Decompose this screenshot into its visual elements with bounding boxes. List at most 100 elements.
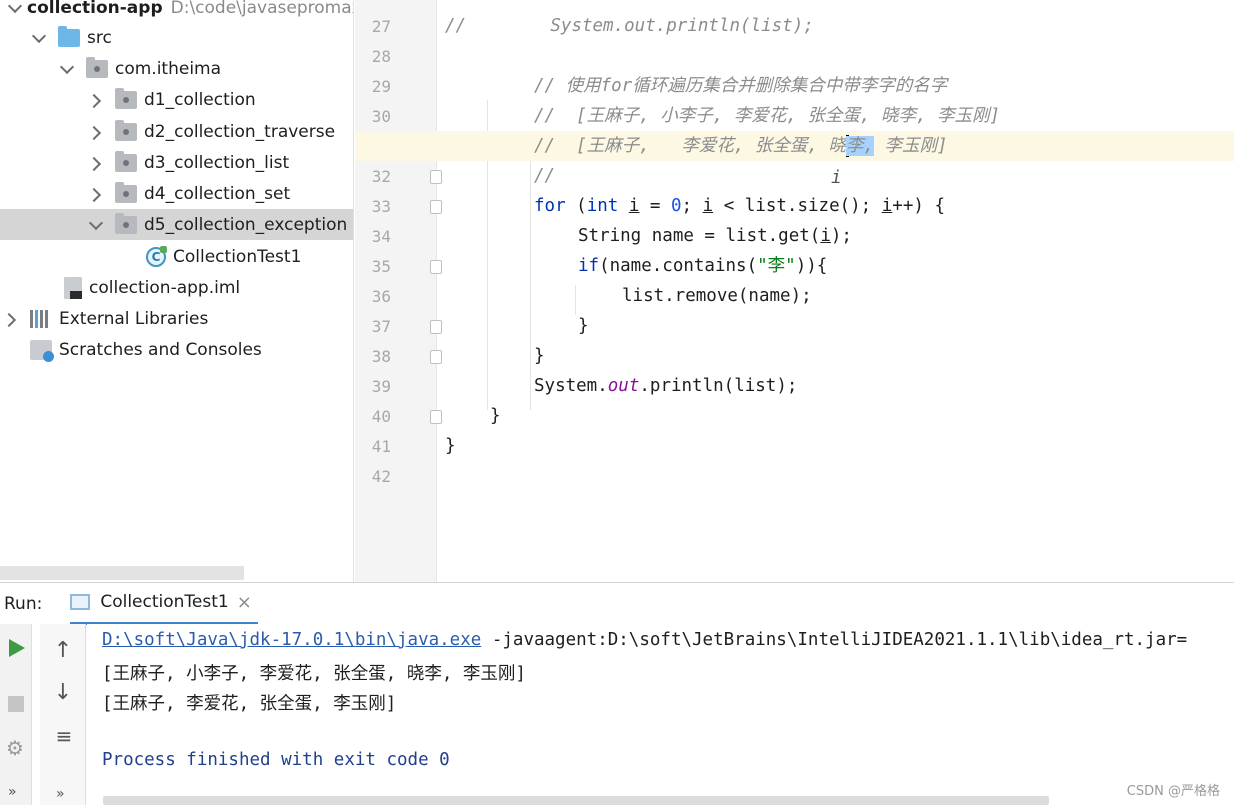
code-line-32: // i	[355, 161, 1234, 191]
more-icon[interactable]: »	[56, 786, 65, 802]
code-line-35: if(name.contains("李")){	[355, 251, 1234, 281]
line-number: 26	[363, 0, 391, 2]
chevron-right-icon[interactable]	[89, 187, 103, 201]
console-horizontal-scrollbar[interactable]	[103, 796, 1049, 805]
string-literal: "李"	[757, 256, 796, 276]
chevron-right-icon[interactable]	[89, 125, 103, 139]
project-tool-window: collection-app D:\code\javasepromax src …	[0, 0, 354, 582]
tree-item-external-libraries[interactable]: External Libraries	[0, 303, 353, 334]
chevron-down-icon[interactable]	[60, 62, 74, 76]
code-token: )){	[795, 256, 828, 276]
package-icon	[115, 212, 137, 234]
package-icon	[115, 87, 137, 109]
settings-icon[interactable]: ⚙	[6, 736, 24, 760]
code-token: ++) {	[892, 196, 945, 216]
code-token: list.remove(name);	[622, 286, 812, 306]
soft-wrap-icon[interactable]: ≡	[52, 724, 76, 748]
tab-collectiontest1[interactable]: CollectionTest1 ×	[70, 583, 258, 625]
tree-item-collectiontest1[interactable]: C CollectionTest1	[0, 241, 353, 272]
tree-item-d1-collection[interactable]: d1_collection	[0, 84, 353, 115]
tree-item-src[interactable]: src	[0, 22, 353, 53]
tree-root-label: collection-app	[27, 0, 163, 18]
comment-text: 李玉刚]	[874, 136, 948, 156]
tree-item-label: Scratches and Consoles	[59, 339, 262, 360]
project-horizontal-scrollbar[interactable]	[0, 566, 244, 580]
java-exe-link[interactable]: D:\soft\Java\jdk-17.0.1\bin\java.exe	[102, 630, 481, 650]
console-output-line: [王麻子, 小李子, 李爱花, 张全蛋, 晓李, 李玉刚]	[102, 664, 526, 684]
code-token: .println(list);	[639, 376, 798, 396]
tab-label: CollectionTest1	[100, 592, 229, 612]
tree-item-label: External Libraries	[59, 308, 209, 329]
tree-item-label: CollectionTest1	[173, 246, 302, 267]
tree-item-iml-file[interactable]: collection-app.iml	[0, 272, 353, 303]
tree-item-d3-collection-list[interactable]: d3_collection_list	[0, 147, 353, 178]
comment-text: // [王麻子, 李爱花, 张全蛋, 晓	[534, 136, 846, 156]
console-exit-line: Process finished with exit code 0	[102, 750, 450, 770]
play-icon[interactable]	[9, 639, 25, 657]
chevron-right-icon[interactable]	[4, 312, 18, 326]
code-line-41: }	[355, 431, 1234, 461]
chevron-down-icon[interactable]	[32, 31, 46, 45]
package-icon	[86, 56, 108, 78]
code-line-34: String name = list.get(i);	[355, 221, 1234, 251]
code-token: String name = list.get(	[578, 226, 821, 246]
run-label: Run:	[4, 593, 43, 614]
variable-i: i	[628, 196, 640, 216]
tree-item-d2-collection-traverse[interactable]: d2_collection_traverse	[0, 116, 353, 147]
code-token: (	[565, 196, 587, 216]
chevron-right-icon[interactable]	[89, 93, 103, 107]
code-token: System.	[534, 376, 608, 396]
run-toolbar: ⚙ »	[0, 624, 32, 805]
code-line-36: list.remove(name);	[355, 281, 1234, 311]
code-line-31-current: // [王麻子, 李爱花, 张全蛋, 晓李, 李玉刚]	[355, 131, 1234, 161]
tree-item-scratches[interactable]: Scratches and Consoles	[0, 334, 353, 365]
number-literal: 0	[671, 196, 682, 216]
code-editor[interactable]: 26 27 28 29 30 31 32 33 34 35 36 37 38 3…	[355, 0, 1234, 582]
tree-item-label: d5_collection_exception	[144, 214, 348, 235]
arrow-up-icon[interactable]: ↑	[52, 638, 74, 663]
tree-item-d5-collection-exception[interactable]: d5_collection_exception	[0, 209, 353, 240]
arrow-down-icon[interactable]: ↓	[52, 680, 74, 705]
console-toolbar: ↑ ↓ ≡ »	[40, 624, 86, 805]
comment-text: // 使用for循环遍历集合并删除集合中带李字的名字	[534, 76, 948, 96]
iml-file-icon	[64, 276, 82, 299]
source-folder-icon	[58, 25, 80, 47]
stop-icon[interactable]	[8, 696, 24, 712]
code-token: }	[445, 436, 456, 456]
java-class-icon: C	[146, 245, 167, 267]
code-token: );	[830, 226, 852, 246]
chevron-down-icon[interactable]	[89, 218, 103, 232]
package-icon	[115, 150, 137, 172]
watermark: CSDN @严格格	[1126, 784, 1220, 799]
run-tool-window-header: Run: CollectionTest1 ×	[0, 582, 1234, 625]
tree-item-label: src	[87, 27, 112, 48]
code-line-39: System.out.println(list);	[355, 371, 1234, 401]
code-line-40: }	[355, 401, 1234, 431]
keyword-for: for	[534, 196, 566, 216]
close-icon[interactable]: ×	[237, 592, 252, 613]
console-text: -javaagent:D:\soft\JetBrains\IntelliJIDE…	[481, 630, 1188, 650]
tree-root-collection-app[interactable]: collection-app D:\code\javasepromax	[0, 0, 353, 23]
console-command-line: D:\soft\Java\jdk-17.0.1\bin\java.exe -ja…	[102, 630, 1187, 650]
more-icon[interactable]: »	[8, 784, 17, 800]
console-output[interactable]: D:\soft\Java\jdk-17.0.1\bin\java.exe -ja…	[87, 624, 1234, 805]
package-icon	[115, 181, 137, 203]
tree-item-label: com.itheima	[115, 58, 222, 79]
ibeam-cursor: i	[831, 168, 842, 188]
code-line-37: }	[355, 311, 1234, 341]
tree-item-label: d2_collection_traverse	[144, 121, 336, 142]
tree-item-label: d3_collection_list	[144, 152, 290, 173]
code-token: }	[534, 346, 545, 366]
comment-marker: //	[445, 16, 467, 36]
code-token: < list.size();	[713, 196, 882, 216]
tree-item-label: d4_collection_set	[144, 183, 291, 204]
code-line-30: // [王麻子, 小李子, 李爱花, 张全蛋, 晓李, 李玉刚]	[355, 101, 1234, 131]
libraries-icon	[30, 309, 52, 328]
chevron-right-icon[interactable]	[89, 156, 103, 170]
code-line-38: }	[355, 341, 1234, 371]
code-token: }	[578, 316, 589, 336]
tree-item-com-itheima[interactable]: com.itheima	[0, 53, 353, 84]
package-icon	[115, 119, 137, 141]
tree-item-d4-collection-set[interactable]: d4_collection_set	[0, 178, 353, 209]
